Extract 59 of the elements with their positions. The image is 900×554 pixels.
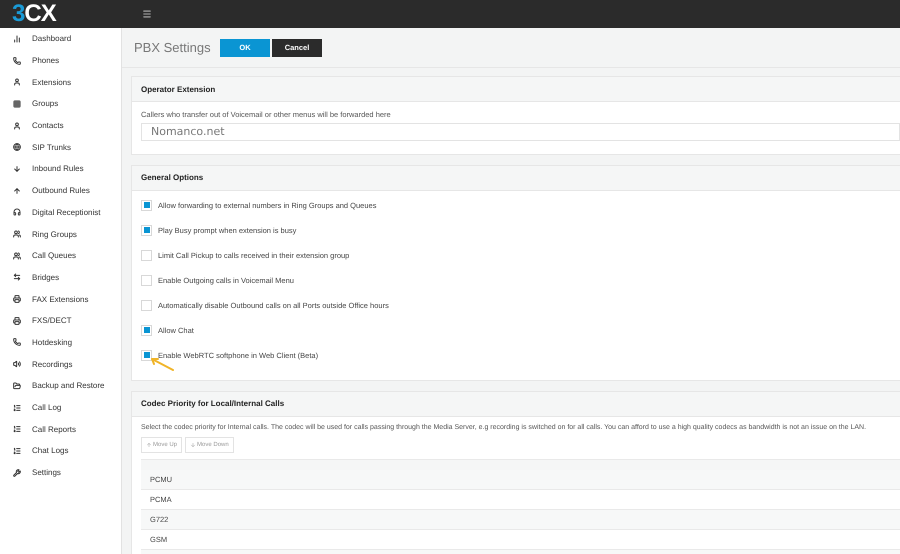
sidebar-item[interactable]: Digital Receptionist <box>0 202 121 224</box>
printer-icon <box>13 295 21 304</box>
sidebar-item[interactable]: Call Queues <box>0 244 121 267</box>
user-icon <box>13 122 21 130</box>
wrench-icon <box>13 468 21 477</box>
arrow-up-icon <box>146 442 152 448</box>
sidebar-item[interactable]: Dashboard <box>0 28 121 50</box>
sidebar-item[interactable]: Backup and Restore <box>0 375 121 397</box>
sidebar-item[interactable]: Extensions <box>0 71 121 94</box>
headphones-icon <box>13 208 21 216</box>
sidebar-item[interactable]: Recordings <box>0 353 121 375</box>
sidebar-item[interactable]: Inbound Rules <box>0 158 121 180</box>
phone-icon <box>13 56 21 65</box>
sidebar-item[interactable]: Groups <box>0 93 121 115</box>
sidebar-item[interactable]: Bridges <box>0 266 121 288</box>
phone-icon <box>13 338 21 346</box>
checkbox[interactable] <box>141 224 152 236</box>
list-icon <box>13 404 21 412</box>
panel-header: Codec Priority for Local/Internal Calls <box>132 392 900 416</box>
sidebar-item[interactable]: SIP Trunks <box>0 136 121 158</box>
globe-icon <box>13 143 21 152</box>
grid-icon <box>13 100 21 108</box>
checkbox[interactable] <box>141 324 152 336</box>
checkbox[interactable] <box>141 350 152 360</box>
speaker-icon <box>13 360 21 368</box>
list-icon <box>13 446 21 455</box>
checkbox[interactable] <box>141 300 152 310</box>
user-icon <box>13 78 21 86</box>
checkbox[interactable] <box>141 250 152 260</box>
input-field[interactable]: Nomanco.net <box>141 122 900 140</box>
printer-icon <box>13 316 21 325</box>
sidebar-item[interactable]: Ring Groups <box>0 223 121 245</box>
users-icon <box>13 230 21 238</box>
list-icon <box>13 425 21 434</box>
sidebar-item[interactable]: Call Log <box>0 396 121 418</box>
bar-chart-icon <box>13 34 21 43</box>
annotation-arrow <box>149 356 175 370</box>
arrow-down-icon <box>190 442 196 448</box>
users-icon <box>13 252 21 260</box>
checkbox[interactable] <box>141 274 152 286</box>
checkbox[interactable] <box>141 200 152 210</box>
arrow-down-icon <box>13 164 21 173</box>
sidebar-item[interactable]: FAX Extensions <box>0 288 121 310</box>
folder-icon <box>13 382 21 390</box>
menu-icon[interactable] <box>142 9 152 19</box>
sidebar-item[interactable]: FXS/DECT <box>0 310 121 332</box>
panel-header: Operator Extension <box>132 77 900 102</box>
panel-header: General Options <box>132 166 900 190</box>
sidebar-item[interactable]: Contacts <box>0 114 121 136</box>
sidebar-item[interactable]: Phones <box>0 50 121 72</box>
logo: 3CX <box>11 0 58 28</box>
sidebar-item[interactable]: Chat Logs <box>0 440 121 462</box>
page-title: PBX Settings <box>134 40 212 55</box>
arrow-up-icon <box>13 186 21 195</box>
sidebar-item[interactable]: Hotdesking <box>0 332 121 354</box>
sidebar-item[interactable]: Outbound Rules <box>0 180 121 202</box>
arrows-icon <box>13 273 21 282</box>
sidebar-item[interactable]: Call Reports <box>0 418 121 440</box>
sidebar-item[interactable]: Settings <box>0 462 121 484</box>
